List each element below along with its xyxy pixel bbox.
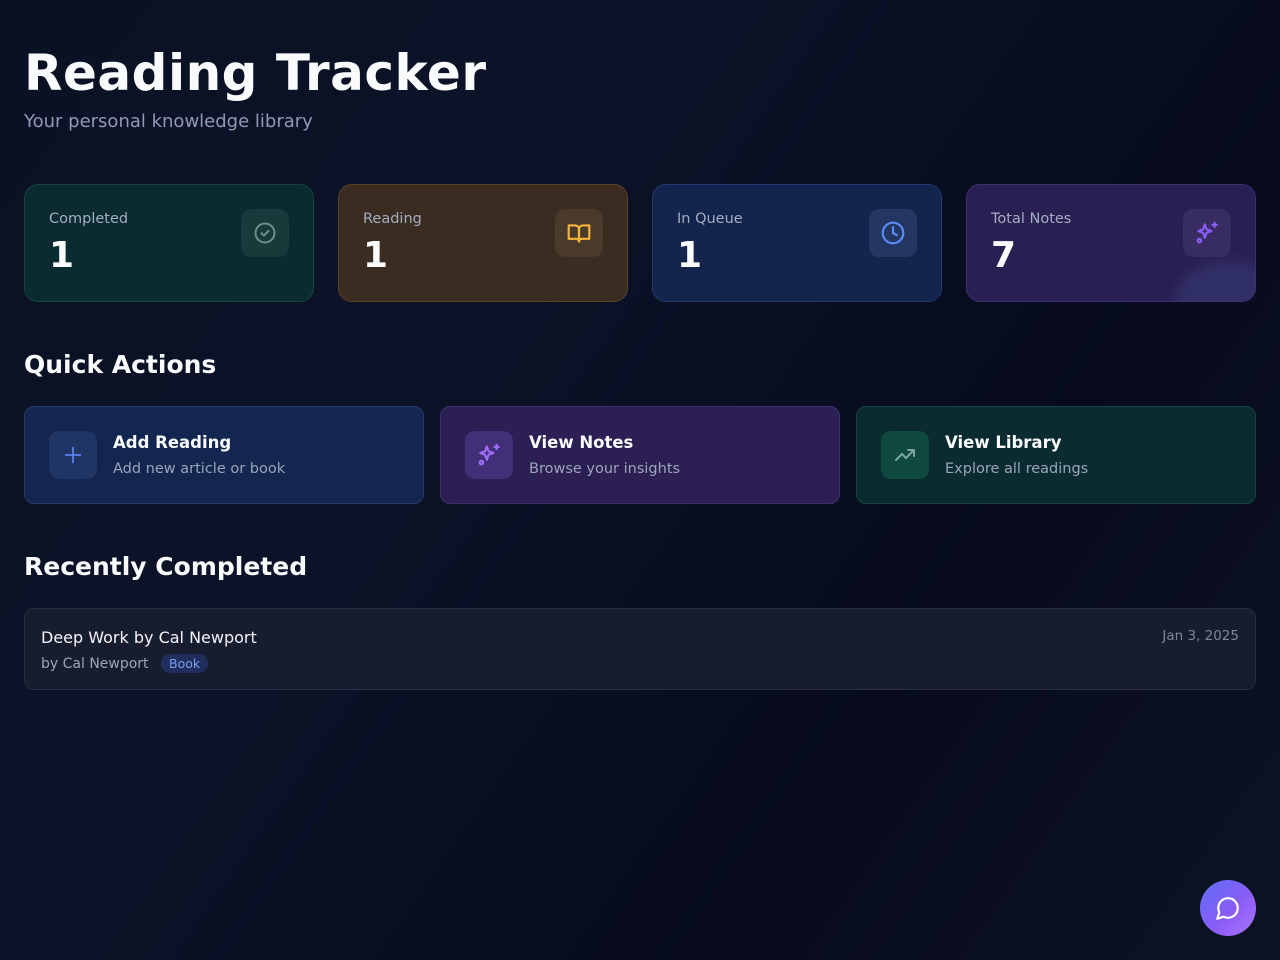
- chat-bubble-icon: [1216, 897, 1239, 920]
- action-subtitle: Add new article or book: [113, 461, 286, 477]
- action-title: Add Reading: [113, 433, 232, 452]
- recently-completed-heading: Recently Completed: [24, 552, 308, 581]
- clock-icon: [869, 209, 917, 257]
- quick-actions-heading: Quick Actions: [24, 350, 217, 379]
- stats-row: Completed 1 Reading 1 In Queue 1 Total N…: [24, 184, 1256, 302]
- stat-card-in-queue: In Queue 1: [652, 184, 942, 302]
- stat-value: 1: [49, 235, 75, 276]
- stat-card-completed: Completed 1: [24, 184, 314, 302]
- decorative-glow: [1175, 261, 1255, 301]
- reading-title: Deep Work by Cal Newport: [41, 628, 257, 647]
- add-reading-button[interactable]: Add Reading Add new article or book: [24, 406, 424, 504]
- page-title: Reading Tracker: [24, 44, 487, 102]
- stat-label: In Queue: [677, 211, 743, 227]
- action-subtitle: Browse your insights: [529, 461, 681, 477]
- stat-value: 1: [677, 235, 703, 276]
- stat-card-reading: Reading 1: [338, 184, 628, 302]
- stat-label: Completed: [49, 211, 129, 227]
- action-subtitle: Explore all readings: [945, 461, 1089, 477]
- view-library-button[interactable]: View Library Explore all readings: [856, 406, 1256, 504]
- chat-button[interactable]: [1200, 880, 1256, 936]
- reading-author: by Cal Newport: [41, 656, 149, 672]
- sparkles-icon: [465, 431, 513, 479]
- stat-label: Total Notes: [991, 211, 1072, 227]
- trending-up-icon: [881, 431, 929, 479]
- list-item[interactable]: Deep Work by Cal Newport by Cal Newport …: [24, 608, 1256, 690]
- action-title: View Library: [945, 433, 1062, 452]
- plus-icon: [49, 431, 97, 479]
- type-badge: Book: [161, 654, 209, 673]
- action-title: View Notes: [529, 433, 634, 452]
- page-subtitle: Your personal knowledge library: [24, 111, 313, 132]
- quick-actions: Add Reading Add new article or book View…: [24, 406, 1256, 504]
- check-circle-icon: [241, 209, 289, 257]
- stat-value: 1: [363, 235, 389, 276]
- view-notes-button[interactable]: View Notes Browse your insights: [440, 406, 840, 504]
- stat-label: Reading: [363, 211, 422, 227]
- sparkles-icon: [1183, 209, 1231, 257]
- stat-card-total-notes: Total Notes 7: [966, 184, 1256, 302]
- stat-value: 7: [991, 235, 1017, 276]
- completed-date: Jan 3, 2025: [1162, 628, 1239, 644]
- book-open-icon: [555, 209, 603, 257]
